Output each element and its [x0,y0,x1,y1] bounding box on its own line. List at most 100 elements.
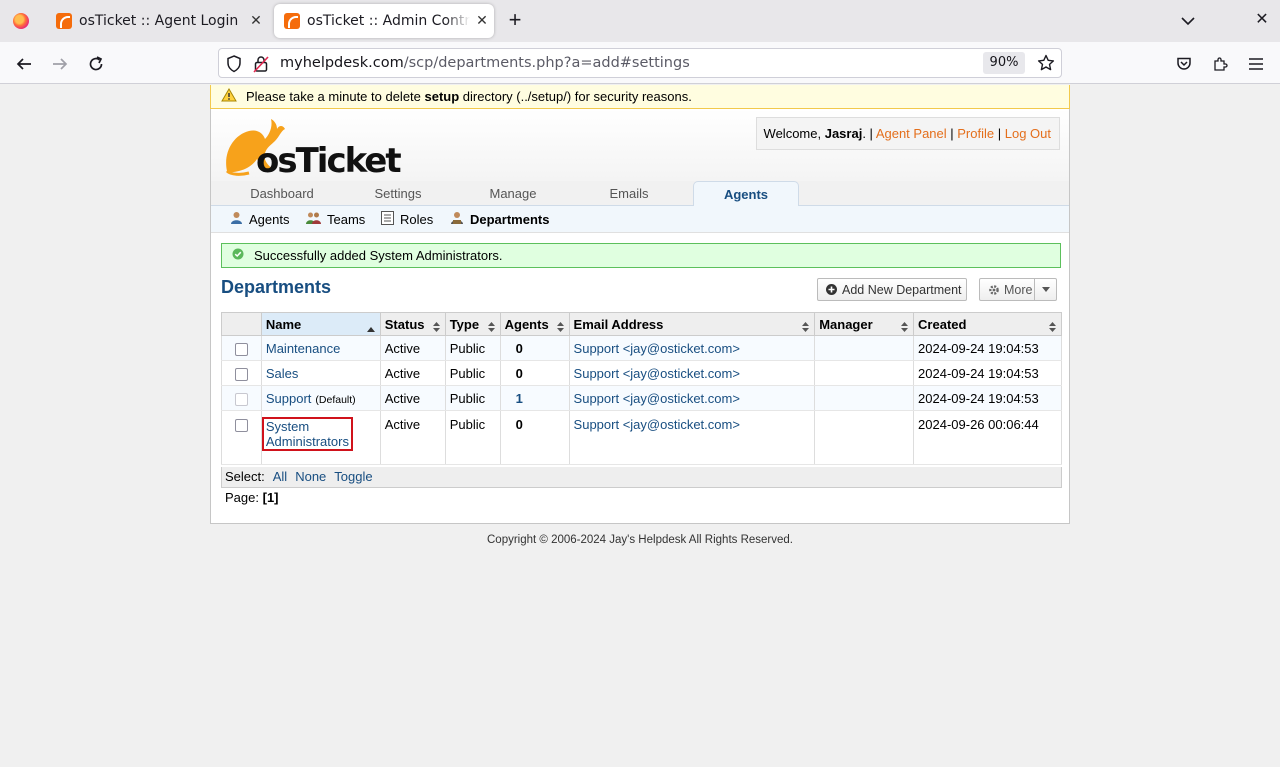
department-link[interactable]: Maintenance [266,341,340,356]
osticket-logo[interactable]: osTicket [219,113,402,181]
agents-count-link[interactable]: 1 [516,391,523,406]
tab-manage[interactable]: Manage [477,181,549,206]
agents-count-cell: 0 [499,360,570,386]
agent-panel-link[interactable]: Agent Panel [876,126,947,141]
caret-down-icon[interactable] [1034,279,1056,300]
row-checkbox[interactable] [234,342,248,356]
subnav-label: Agents [249,212,290,227]
email-link[interactable]: Support <jay@osticket.com> [574,341,740,356]
reload-icon[interactable] [82,50,110,78]
roles-list-icon [381,207,394,234]
created-cell: 2024-09-24 19:04:53 [913,385,1062,411]
url-host: myhelpdesk.com [280,55,404,71]
select-none-link[interactable]: None [295,469,326,484]
success-message: Successfully added System Administrators… [221,243,1061,268]
row-select-cell [221,385,262,411]
logout-link[interactable]: Log Out [1005,126,1051,141]
header-label: Created [918,316,967,332]
header-select [221,312,262,336]
user-name: Jasraj [824,126,863,141]
osticket-favicon-icon [56,13,72,29]
team-icon [306,207,321,234]
created-cell: 2024-09-24 19:04:53 [913,360,1062,386]
tab-dashboard[interactable]: Dashboard [239,181,325,206]
add-button-label: Add New Department [842,282,962,297]
pocket-icon[interactable] [1170,50,1198,78]
sort-both-icon [1049,320,1056,335]
list-all-tabs-chevron-icon[interactable] [1176,10,1200,32]
department-link[interactable]: Support [266,391,312,406]
browser-tab-admin-panel[interactable]: osTicket :: Admin Control Panel ✕ [274,4,494,38]
table-row: Support (Default) Active Public 1 Support… [221,385,1062,411]
extensions-icon[interactable] [1206,50,1234,78]
back-arrow-icon[interactable] [10,50,38,78]
firefox-logo-icon [13,13,29,29]
warning-text-post: directory (../setup/) for security reaso… [459,89,692,104]
bookmark-star-icon[interactable] [1037,54,1055,76]
header-email[interactable]: Email Address [568,312,816,336]
tab-settings[interactable]: Settings [361,181,435,206]
url-path: /scp/departments.php?a=add#settings [403,55,690,71]
add-new-department-button[interactable]: Add New Department [817,278,967,301]
header: osTicket Welcome, Jasraj. | Agent Panel … [211,109,1069,181]
tab-title: osTicket :: Agent Login [79,13,239,29]
table-header-row: Name Status Type Agents Email Address Ma… [221,312,1062,336]
header-name[interactable]: Name [260,312,381,336]
url-text[interactable]: myhelpdesk.com/scp/departments.php?a=add… [280,55,690,71]
shield-icon[interactable] [226,55,242,77]
email-link[interactable]: Support <jay@osticket.com> [574,391,740,406]
name-cell: Sales [260,360,381,386]
forward-arrow-icon[interactable] [46,50,74,78]
status-cell: Active [379,410,446,465]
header-created[interactable]: Created [913,312,1062,336]
main-container: osTicket Welcome, Jasraj. | Agent Panel … [210,109,1070,524]
created-cell: 2024-09-24 19:04:53 [913,335,1062,361]
tab-emails[interactable]: Emails [595,181,663,206]
user-info-box: Welcome, Jasraj. | Agent Panel | Profile… [755,117,1060,150]
subnav-roles[interactable]: Roles [381,206,433,233]
hamburger-menu-icon[interactable] [1242,50,1270,78]
gear-icon [988,284,1000,296]
sort-both-icon [487,320,495,335]
select-toggle-link[interactable]: Toggle [334,469,372,484]
subnav-teams[interactable]: Teams [306,206,365,233]
header-type[interactable]: Type [444,312,501,336]
warning-text-pre: Please take a minute to delete [246,89,425,104]
zoom-level-badge[interactable]: 90% [983,52,1025,74]
departments-table: Name Status Type Agents Email Address Ma… [221,312,1062,465]
type-cell: Public [444,360,501,386]
table-row: System Administrators Active Public 0 Su… [221,410,1062,465]
row-checkbox[interactable] [234,367,248,381]
insecure-lock-icon[interactable] [253,55,269,77]
agents-count-cell: 0 [499,335,570,361]
address-bar[interactable]: myhelpdesk.com/scp/departments.php?a=add… [218,48,1062,78]
subnav-agents[interactable]: Agents [230,206,289,233]
header-label: Manager [819,316,873,332]
new-tab-button[interactable]: + [502,8,528,34]
select-all-link[interactable]: All [273,469,287,484]
tab-agents[interactable]: Agents [693,181,799,207]
plus-circle-icon [826,284,837,295]
department-link-highlighted[interactable]: System Administrators [261,417,353,451]
subnav-label: Departments [470,212,550,227]
email-link[interactable]: Support <jay@osticket.com> [574,417,740,432]
more-actions-button[interactable]: More [979,278,1057,301]
status-cell: Active [379,335,446,361]
close-tab-icon[interactable]: ✕ [244,13,268,29]
profile-link[interactable]: Profile [957,126,994,141]
sort-both-icon [556,320,564,335]
row-checkbox[interactable] [234,419,248,433]
close-window-icon[interactable]: ✕ [1250,8,1274,32]
firefox-menu-button[interactable] [0,0,42,42]
department-link[interactable]: Sales [266,366,299,381]
email-cell: Support <jay@osticket.com> [568,335,816,361]
browser-tab-agent-login[interactable]: osTicket :: Agent Login ✕ [46,4,268,38]
subnav-label: Roles [400,212,434,227]
header-status[interactable]: Status [379,312,446,336]
subnav-departments[interactable]: Departments [450,206,549,233]
email-link[interactable]: Support <jay@osticket.com> [574,366,740,381]
header-agents[interactable]: Agents [499,312,570,336]
header-manager[interactable]: Manager [814,312,915,336]
manager-cell [814,335,915,361]
close-tab-icon[interactable]: ✕ [470,13,494,29]
